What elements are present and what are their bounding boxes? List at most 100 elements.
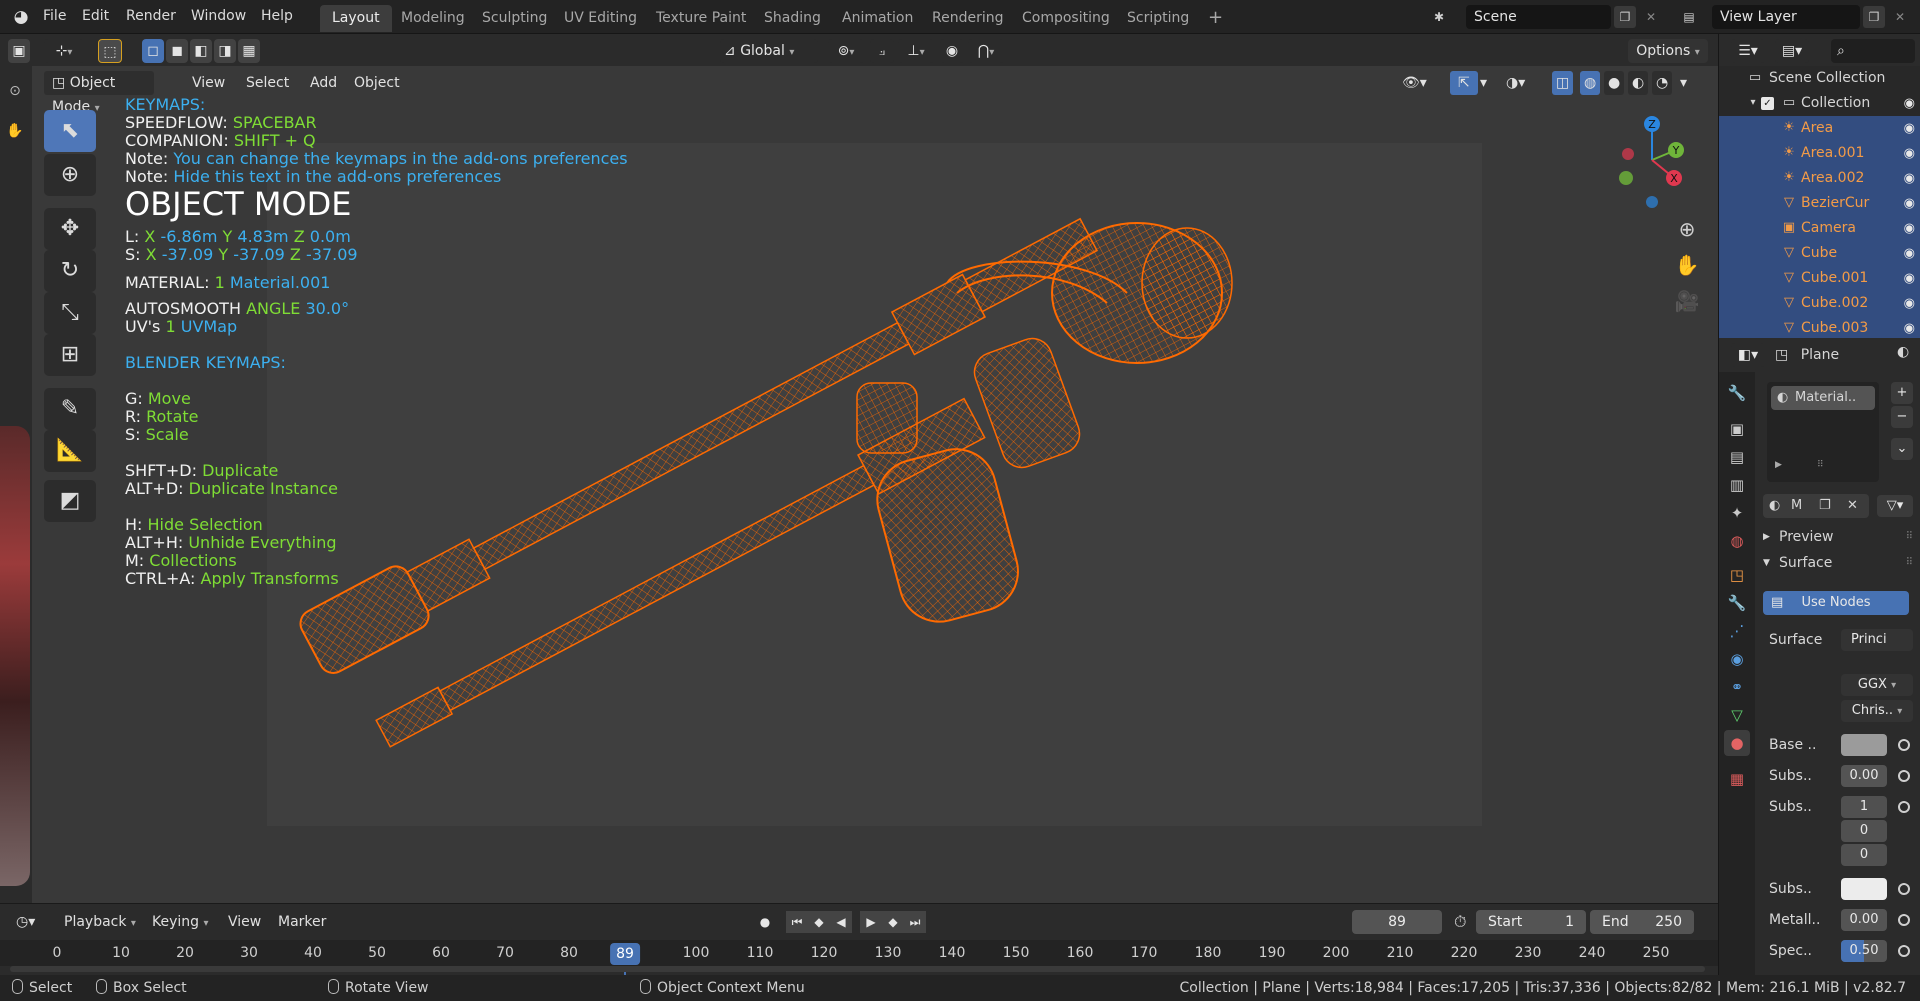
view-layer-field[interactable]: View Layer xyxy=(1712,5,1860,29)
delete-scene-icon[interactable]: ✕ xyxy=(1640,6,1662,28)
3d-viewport[interactable]: ◳ Object Mode ▾ View Select Add Object 👁… xyxy=(32,66,1718,903)
transform-pivot-icon[interactable]: ⊹▾ xyxy=(44,39,84,63)
timeline-menu-playback[interactable]: Playback ▾ xyxy=(58,910,142,934)
scale-icon[interactable]: ⤡ xyxy=(44,292,96,334)
cursor-icon[interactable]: ⊕ xyxy=(44,154,96,196)
expand-arrow-icon[interactable]: ▶ xyxy=(1775,460,1782,470)
options-dropdown[interactable]: Options ▾ xyxy=(1628,39,1708,63)
zoom-icon[interactable]: ⊕ xyxy=(1670,212,1704,246)
specular-slider[interactable]: 0.50 xyxy=(1841,940,1887,962)
select-tool-icon[interactable]: ⬚ xyxy=(98,39,122,63)
render-tab-icon[interactable]: ▣ xyxy=(1724,416,1750,442)
shading-rendered-icon[interactable]: ◔ xyxy=(1652,71,1673,95)
menu-file[interactable]: File xyxy=(34,0,75,34)
collection-row[interactable]: ▾ ✓ ▭ Collection ◉ xyxy=(1719,91,1920,116)
delete-view-layer-icon[interactable]: ✕ xyxy=(1889,6,1911,28)
gizmo-toggle-icon[interactable]: ⇱ xyxy=(1450,71,1478,95)
xray-toggle-icon[interactable]: ◫ xyxy=(1552,71,1574,95)
eye-icon[interactable]: ◉ xyxy=(1904,316,1915,338)
tool-tab-icon[interactable]: 🔧 xyxy=(1724,380,1750,406)
strip-grip-icon[interactable]: ⊙ xyxy=(4,80,26,102)
eye-icon[interactable]: ◉ xyxy=(1904,116,1915,141)
tab-uv-editing[interactable]: UV Editing xyxy=(552,5,649,32)
subsurface-field[interactable]: 0.00 xyxy=(1841,765,1887,787)
chevron-down-icon[interactable]: ▾ xyxy=(1476,71,1491,95)
annotate-icon[interactable]: ✎ xyxy=(44,388,96,430)
outliner-item[interactable]: ☀ Area.002 ◉ xyxy=(1719,166,1920,191)
outliner-editor-icon[interactable]: ☰▾ xyxy=(1731,39,1765,63)
viewport-menu-select[interactable]: Select xyxy=(238,71,297,95)
blender-logo-icon[interactable]: ◕ xyxy=(10,7,32,27)
tab-animation[interactable]: Animation xyxy=(830,5,925,32)
snap-target-icon[interactable]: ⊥▾ xyxy=(898,39,934,63)
move-icon[interactable]: ✥ xyxy=(44,208,96,250)
material-tab-icon[interactable]: ● xyxy=(1724,730,1750,756)
tab-shading[interactable]: Shading xyxy=(752,5,833,32)
timeline-editor-icon[interactable]: ◷▾ xyxy=(10,910,41,934)
outliner-item[interactable]: ▣ Camera ◉ xyxy=(1719,216,1920,241)
jump-start-icon[interactable]: ⏮ xyxy=(786,911,808,933)
pan-hand-icon[interactable]: ✋ xyxy=(1670,248,1704,282)
prev-keyframe-icon[interactable]: ◆ xyxy=(808,911,830,933)
visibility-icon[interactable]: 👁▾ xyxy=(1394,71,1435,95)
outliner-item[interactable]: ☀ Area ◉ xyxy=(1719,116,1920,141)
menu-render[interactable]: Render xyxy=(117,0,185,34)
scene-name-field[interactable]: Scene xyxy=(1466,5,1611,29)
link-socket-icon[interactable] xyxy=(1898,945,1910,957)
menu-help[interactable]: Help xyxy=(252,0,302,34)
tab-compositing[interactable]: Compositing xyxy=(1010,5,1122,32)
material-slot-item[interactable]: ◐ Material.. xyxy=(1771,386,1875,410)
output-tab-icon[interactable]: ▤ xyxy=(1724,444,1750,470)
tab-modeling[interactable]: Modeling xyxy=(389,5,477,32)
outliner-item[interactable]: ▽ Cube.002 ◉ xyxy=(1719,291,1920,316)
end-frame-field[interactable]: End 250 xyxy=(1590,910,1694,934)
overlays-icon[interactable]: ◑▾ xyxy=(1498,71,1533,95)
select-box-icon[interactable]: ⬉ xyxy=(44,110,96,152)
remove-slot-button[interactable]: − xyxy=(1891,406,1913,428)
metallic-field[interactable]: 0.00 xyxy=(1841,909,1887,931)
view-layer-browse-icon[interactable]: ▤ xyxy=(1678,6,1700,28)
proportional-edit-icon[interactable]: ◉ xyxy=(940,39,964,63)
eye-icon[interactable]: ◉ xyxy=(1904,266,1915,291)
start-frame-field[interactable]: Start 1 xyxy=(1476,910,1586,934)
use-nodes-button[interactable]: ▤ Use Nodes xyxy=(1763,591,1909,615)
link-dropdown-icon[interactable]: ▽▾ xyxy=(1877,495,1913,517)
pivot-point-icon[interactable]: ⊚▾ xyxy=(828,39,864,63)
measure-icon[interactable]: 📐 xyxy=(44,430,96,472)
new-view-layer-icon[interactable]: ❐ xyxy=(1863,6,1885,28)
wireframe-model[interactable] xyxy=(267,143,1482,826)
hand-icon[interactable]: ✋ xyxy=(4,120,26,142)
particles-tab-icon[interactable]: ⋰ xyxy=(1724,618,1750,644)
eye-icon[interactable]: ◉ xyxy=(1904,166,1915,191)
base-color-swatch[interactable] xyxy=(1841,734,1887,756)
shading-material-icon[interactable]: ◐ xyxy=(1628,71,1649,95)
falloff-icon[interactable]: ⋂▾ xyxy=(968,39,1004,63)
subsurface-radius-x[interactable]: 1 xyxy=(1841,796,1887,818)
drag-handle-icon[interactable]: ⠿ xyxy=(1906,524,1913,550)
timeline-menu-marker[interactable]: Marker xyxy=(272,910,332,934)
shading-wireframe-icon[interactable]: ◍ xyxy=(1580,71,1601,95)
view-layer-tab-icon[interactable]: ▥ xyxy=(1724,472,1750,498)
timeline-menu-view[interactable]: View xyxy=(222,910,267,934)
eye-icon[interactable]: ◉ xyxy=(1904,216,1915,241)
link-socket-icon[interactable] xyxy=(1898,739,1910,751)
timeline-menu-keying[interactable]: Keying ▾ xyxy=(146,910,215,934)
viewport-menu-add[interactable]: Add xyxy=(302,71,345,95)
eye-icon[interactable]: ◉ xyxy=(1904,91,1915,116)
timeline-scrollbar[interactable] xyxy=(10,966,1705,972)
world-tab-icon[interactable]: ◍ xyxy=(1724,528,1750,554)
data-tab-icon[interactable]: ▽ xyxy=(1724,702,1750,728)
play-reverse-icon[interactable]: ◀ xyxy=(830,911,852,933)
stopwatch-icon[interactable]: ⏱ xyxy=(1448,910,1472,934)
unlink-material-icon[interactable]: ✕ xyxy=(1847,494,1858,518)
subsurface-radius-z[interactable]: 0 xyxy=(1841,844,1887,866)
outliner-item[interactable]: ▽ BezierCur ◉ xyxy=(1719,191,1920,216)
link-socket-icon[interactable] xyxy=(1898,914,1910,926)
eye-icon[interactable]: ◉ xyxy=(1904,141,1915,166)
eye-icon[interactable]: ◉ xyxy=(1904,291,1915,316)
snap-toggle-icon[interactable]: ⟓ xyxy=(870,39,894,63)
surface-shader-field[interactable]: Princi xyxy=(1841,629,1913,651)
current-frame-indicator[interactable]: 89 xyxy=(610,943,640,965)
link-socket-icon[interactable] xyxy=(1898,770,1910,782)
outliner-item[interactable]: ▽ Cube.003 ◉ xyxy=(1719,316,1920,338)
